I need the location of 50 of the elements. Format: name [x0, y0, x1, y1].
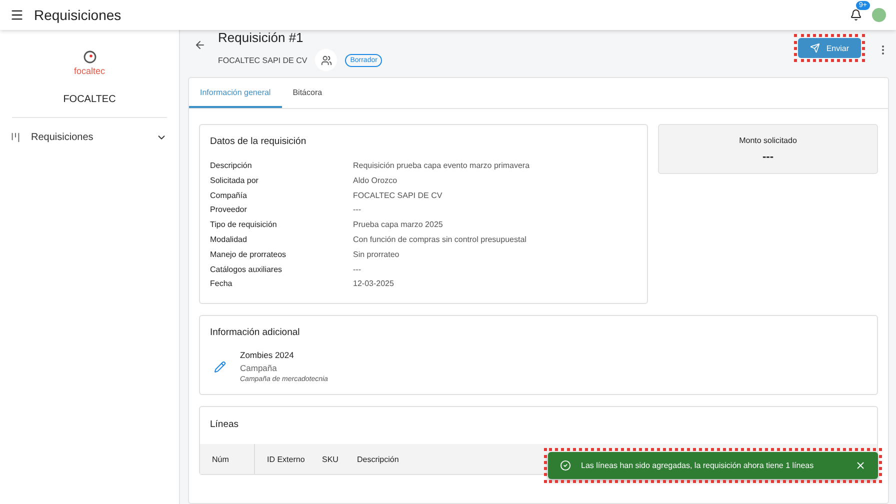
column-header: Descripción	[356, 454, 400, 466]
column-header: Núm	[200, 444, 255, 474]
field-value: ---	[353, 205, 362, 214]
column-header: ID Externo	[266, 454, 306, 466]
campaign-type: Campaña	[240, 363, 278, 374]
back-icon[interactable]	[194, 39, 206, 51]
field-label: Fecha	[210, 279, 234, 288]
field-value: Sin prorrateo	[353, 250, 400, 259]
field-label: Tipo de requisición	[210, 220, 278, 230]
field-label: Catálogos auxiliares	[210, 264, 284, 274]
users-button[interactable]	[315, 49, 338, 71]
field-value: ---	[353, 264, 362, 274]
toast-message: Las líneas han sido agregadas, la requisición ahora tiene 1 líneas	[581, 461, 815, 470]
logo-icon	[82, 50, 96, 64]
field-label: Compañía	[210, 190, 248, 200]
check-icon	[560, 460, 571, 471]
tab[interactable]: Información general	[189, 78, 282, 108]
card-title: Líneas	[209, 419, 240, 430]
field-label: Solicitada por	[210, 176, 260, 185]
tab[interactable]: Bitácora	[282, 78, 334, 108]
field-value: Con función de compras sin control presupuestal	[353, 234, 528, 244]
company-label: FOCALTEC SAPI DE CV	[218, 56, 308, 64]
board-icon	[10, 132, 21, 143]
send-icon	[810, 43, 820, 53]
campaign-name: Zombies 2024	[240, 350, 295, 360]
field-label: Manejo de prorrateos	[210, 250, 288, 259]
bell-icon[interactable]	[850, 9, 862, 21]
company-name: FOCALTEC	[62, 94, 117, 105]
logo-text: focaltec	[74, 66, 106, 76]
send-button[interactable]: Enviar	[798, 38, 861, 58]
card-title: Datos de la requisición	[210, 136, 308, 147]
field-value: Requisición prueba capa evento marzo primavera	[353, 161, 531, 170]
amount-label: Monto solicitado	[739, 136, 797, 145]
edit-icon[interactable]	[214, 360, 226, 373]
field-value: 12-03-2025	[353, 279, 395, 288]
page-title: Requisición #1	[218, 30, 304, 45]
field-label: Proveedor	[210, 205, 248, 214]
field-value: Aldo Orozco	[353, 176, 398, 185]
amount-value: ---	[762, 151, 774, 163]
users-icon	[320, 54, 332, 66]
field-label: Modalidad	[210, 234, 248, 244]
field-value: FOCALTEC SAPI DE CV	[353, 190, 444, 200]
column-header: SKU	[321, 454, 340, 466]
field-value: Prueba capa marzo 2025	[353, 220, 444, 230]
close-icon[interactable]	[855, 460, 866, 471]
sidebar-item[interactable]: Requisiciones	[0, 126, 179, 149]
app-title: Requisiciones	[34, 7, 122, 23]
field-label: Descripción	[210, 161, 253, 170]
card-title: Información adicional	[210, 327, 301, 338]
menu-icon[interactable]	[10, 8, 24, 22]
